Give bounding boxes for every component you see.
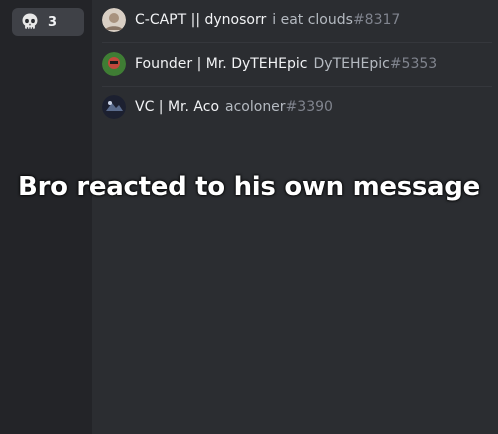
reactor-username: DyTEHEpic xyxy=(313,56,390,72)
reactor-discriminator: #5353 xyxy=(389,56,438,72)
reactors-list-panel: C-CAPT || dynosorr i eat clouds #8317 Fou… xyxy=(92,0,498,434)
reactor-display-name: Founder | Mr. DyTEHEpic xyxy=(135,56,308,72)
reactor-discriminator: #3390 xyxy=(285,99,333,115)
reaction-filter-skull[interactable]: 3 xyxy=(12,8,84,36)
avatar xyxy=(102,52,126,76)
reactor-display-name: C-CAPT || dynosorr xyxy=(135,12,267,28)
reactor-row[interactable]: VC | Mr. Aco acoloner #3390 xyxy=(102,91,492,123)
reactor-discriminator: #8317 xyxy=(352,12,401,28)
avatar xyxy=(102,95,126,119)
avatar xyxy=(102,8,126,32)
reactor-username: acoloner xyxy=(225,99,286,115)
reactions-sidebar: 3 xyxy=(0,0,92,434)
row-divider xyxy=(102,86,492,87)
reaction-count: 3 xyxy=(48,14,58,30)
reactor-username: i eat clouds xyxy=(272,12,353,28)
reactor-row[interactable]: C-CAPT || dynosorr i eat clouds #8317 xyxy=(102,4,492,36)
reactor-row[interactable]: Founder | Mr. DyTEHEpic DyTEHEpic #5353 xyxy=(102,48,492,80)
reactor-display-name: VC | Mr. Aco xyxy=(135,99,220,115)
meme-caption: Bro reacted to his own message xyxy=(18,172,480,202)
skull-icon xyxy=(20,12,40,32)
row-divider xyxy=(102,42,492,43)
